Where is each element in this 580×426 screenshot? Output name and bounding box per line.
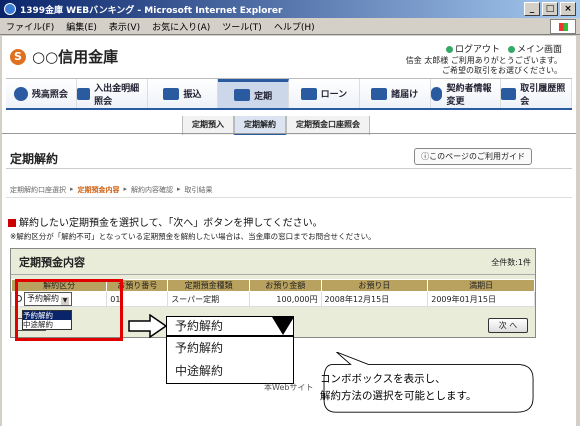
page-title: 定期解約 xyxy=(10,152,59,166)
maturity-date: 2009年01月15日 xyxy=(427,291,535,307)
arrows-icon xyxy=(76,87,91,100)
menu-edit[interactable]: 編集(E) xyxy=(66,20,97,33)
greeting-line2: ご希望の取引をお選びください。 xyxy=(442,66,562,75)
transfer-icon xyxy=(163,87,180,100)
zoomed-dropdown-list: 予約解約 中途解約 xyxy=(166,336,294,384)
col-header: お預り日 xyxy=(320,279,429,292)
panel-header: 定期預金内容 全件数:1件 xyxy=(11,249,535,275)
menu-tools[interactable]: ツール(T) xyxy=(222,20,262,33)
window-title: 1399金庫 WEBバンキング - Microsoft Internet Exp… xyxy=(20,5,283,16)
main-nav: 残高照会 入出金明細照会 振込 定期 ローン 諸届け 契約者情報変更 取引履歴照… xyxy=(6,78,572,110)
greeting-line1: 信金 太郎様 ご利用ありがとうございます。 xyxy=(405,56,562,65)
zoomed-option[interactable]: 中途解約 xyxy=(167,360,293,383)
deposit-icon xyxy=(234,89,251,101)
nav-transfer[interactable]: 振込 xyxy=(147,79,219,108)
minimize-button[interactable]: _ xyxy=(524,2,540,16)
record-count: 全件数:1件 xyxy=(491,258,531,267)
panel-title: 定期預金内容 xyxy=(19,255,85,269)
bank-mark-icon: S xyxy=(10,48,26,65)
bank-name: ○○信用金庫 xyxy=(32,48,119,66)
col-header: 定期預金種類 xyxy=(167,279,250,292)
divider xyxy=(2,133,576,134)
document-icon xyxy=(501,87,517,100)
nav-time-deposit[interactable]: 定期 xyxy=(218,79,289,108)
bullet-icon xyxy=(507,46,515,53)
person-icon xyxy=(430,86,443,101)
menu-file[interactable]: ファイル(F) xyxy=(6,20,54,33)
col-header: 満期日 xyxy=(427,279,535,292)
highlight-box xyxy=(15,279,123,341)
nav-loan[interactable]: ローン xyxy=(289,79,360,108)
nav-label: 契約者情報変更 xyxy=(446,83,492,107)
bank-logo: S ○○信用金庫 xyxy=(10,46,118,67)
callout-line2: 解約方法の選択を可能とします。 xyxy=(320,390,477,402)
menu-bar: ファイル(F) 編集(E) 表示(V) お気に入り(A) ツール(T) ヘルプ(… xyxy=(0,18,580,35)
nav-label: 残高照会 xyxy=(31,90,68,100)
nav-label: 定期 xyxy=(254,91,273,102)
loan-icon xyxy=(300,87,317,100)
step-4: 取引結果 xyxy=(184,186,213,194)
nav-label: 諸届け xyxy=(391,90,419,100)
greeting: 信金 太郎様 ご利用ありがとうございます。 ご希望の取引をお選びください。 xyxy=(406,56,562,76)
header: S ○○信用金庫 ログアウト メイン画面 信金 太郎様 ご利用ありがとうございま… xyxy=(2,36,576,76)
nav-notifications[interactable]: 諸届け xyxy=(359,79,431,108)
zoomed-option[interactable]: 予約解約 xyxy=(167,337,293,360)
col-header: お預り金額 xyxy=(248,279,322,292)
note: ※解約区分が「解約不可」となっている定期預金を解約したい場合は、当金庫の窓口まで… xyxy=(10,232,376,241)
windows-logo-icon xyxy=(550,19,576,34)
step-3: 解約内容確認 xyxy=(131,186,174,194)
nav-label: 入出金明細照会 xyxy=(94,83,140,107)
instruction: 解約したい定期預金を選択して、「次へ」ボタンを押してください。 xyxy=(8,214,323,229)
close-button[interactable]: × xyxy=(560,2,576,16)
menu-help[interactable]: ヘルプ(H) xyxy=(274,20,315,33)
main-menu-link[interactable]: メイン画面 xyxy=(507,42,562,55)
nav-contract-info[interactable]: 契約者情報変更 xyxy=(430,79,502,108)
instruction-text: 解約したい定期預金を選択して、「次へ」ボタンを押してください。 xyxy=(19,218,323,229)
nav-balance[interactable]: 残高照会 xyxy=(6,79,77,108)
nav-label: 取引履歴照会 xyxy=(520,83,566,107)
guide-button[interactable]: ⓘこのページのご利用ガイド xyxy=(414,148,532,165)
maximize-button[interactable]: □ xyxy=(542,2,558,16)
breadcrumb: 定期解約口座選択 ▸ 定期預金内容 ▸ 解約内容確認 ▸ 取引結果 xyxy=(10,185,213,194)
red-square-icon xyxy=(8,219,16,227)
arrow-right-icon xyxy=(128,314,168,338)
guide-label: このページのご利用ガイド xyxy=(429,152,525,161)
callout-text: コンボボックスを表示し、 解約方法の選択を可能とします。 xyxy=(320,371,476,405)
deposit-type: スーパー定期 xyxy=(167,291,250,307)
deposit-amount: 100,000円 xyxy=(248,291,322,307)
deposit-date: 2008年12月15日 xyxy=(320,291,429,307)
main-menu-label: メイン画面 xyxy=(516,45,562,55)
bullet-icon xyxy=(445,46,453,53)
next-button[interactable]: 次 へ xyxy=(488,318,528,333)
diamond-icon xyxy=(371,87,388,100)
header-links: ログアウト メイン画面 xyxy=(445,42,562,55)
menu-favorites[interactable]: お気に入り(A) xyxy=(152,20,210,33)
logout-link[interactable]: ログアウト xyxy=(445,42,500,55)
nav-label: ローン xyxy=(320,90,348,100)
logout-label: ログアウト xyxy=(454,45,500,55)
callout-line1: コンボボックスを表示し、 xyxy=(320,373,446,385)
page: S ○○信用金庫 ログアウト メイン画面 信金 太郎様 ご利用ありがとうございま… xyxy=(2,36,576,426)
divider xyxy=(6,197,572,198)
balance-icon xyxy=(13,86,28,101)
step-1: 定期解約口座選択 xyxy=(10,186,66,194)
step-2: 定期預金内容 xyxy=(77,186,120,194)
ie-icon xyxy=(4,3,16,15)
divider xyxy=(6,168,572,169)
menu-view[interactable]: 表示(V) xyxy=(109,20,140,33)
nav-statement[interactable]: 入出金明細照会 xyxy=(76,79,148,108)
chevron-down-icon xyxy=(272,317,294,335)
nav-history[interactable]: 取引履歴照会 xyxy=(501,79,572,108)
nav-label: 振込 xyxy=(183,90,202,100)
window-titlebar: 1399金庫 WEBバンキング - Microsoft Internet Exp… xyxy=(0,0,580,18)
zoomed-select-value: 予約解約 xyxy=(175,319,224,333)
window-controls: _ □ × xyxy=(524,2,576,16)
